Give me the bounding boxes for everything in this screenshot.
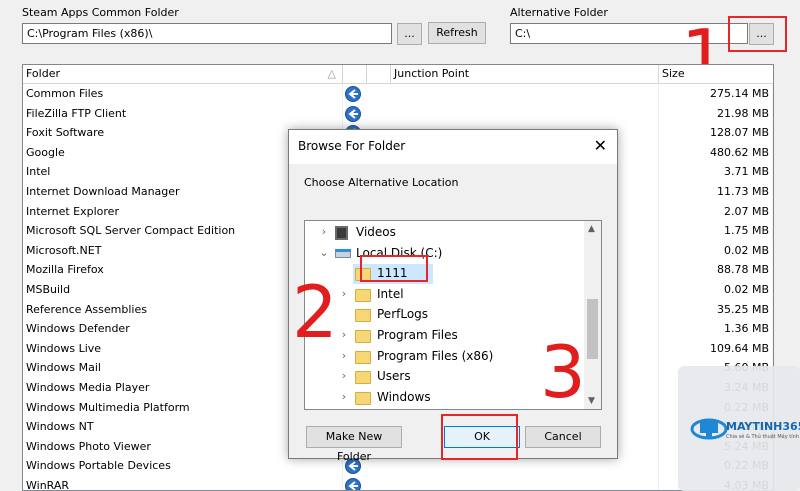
tree-item-label: PerfLogs: [377, 307, 429, 321]
tree-item[interactable]: › Videos: [305, 223, 586, 243]
table-row[interactable]: Common Files 275.14 MB: [23, 85, 773, 105]
size-cell: 3.71 MB: [659, 163, 773, 183]
expand-chevron-icon[interactable]: ›: [339, 349, 349, 362]
column-header-blank[interactable]: [367, 65, 391, 84]
tree-item[interactable]: PerfLogs: [305, 305, 586, 325]
tree-item-label: Program Files (x86): [377, 349, 494, 363]
watermark: MAYTINH365 Chia sẻ & Thủ thuật Máy tính: [678, 366, 800, 491]
folder-name-cell: Common Files: [23, 85, 343, 105]
expand-chevron-icon[interactable]: ⌄: [319, 246, 329, 259]
junction-point-cell: [391, 477, 659, 490]
expand-chevron-icon[interactable]: ›: [339, 287, 349, 300]
annotation-box-2: [360, 255, 428, 282]
scroll-down-icon[interactable]: ▼: [588, 396, 595, 406]
column-header-folder-label: Folder: [26, 67, 60, 80]
column-header-size[interactable]: Size: [659, 65, 773, 84]
sort-icon: △: [327, 67, 336, 80]
move-folder-icon[interactable]: [345, 86, 361, 102]
steam-folder-input[interactable]: C:\Program Files (x86)\: [22, 23, 392, 44]
size-cell: 35.25 MB: [659, 300, 773, 321]
refresh-button[interactable]: Refresh: [428, 22, 486, 44]
table-row[interactable]: Windows Portable Devices0.22 MB: [23, 457, 773, 477]
size-cell: 1.36 MB: [659, 320, 773, 340]
size-cell: 109.64 MB: [659, 339, 773, 360]
annotation-box-3: [441, 414, 518, 460]
expand-chevron-icon[interactable]: ›: [339, 328, 349, 341]
size-cell: 128.07 MB: [659, 124, 773, 144]
video-folder-icon: [335, 226, 348, 240]
size-cell: 0.02 MB: [659, 241, 773, 262]
dialog-prompt: Choose Alternative Location: [304, 176, 459, 189]
dialog-title-bar: Browse For Folder ✕: [289, 130, 617, 164]
folder-name-cell: Windows Portable Devices: [23, 457, 343, 477]
folder-icon: [355, 351, 371, 364]
alt-folder-label: Alternative Folder: [510, 6, 608, 19]
folder-icon: [355, 371, 371, 384]
folder-name-cell: WinRAR: [23, 477, 343, 490]
annotation-number-2: 2: [292, 270, 338, 354]
size-cell: 21.98 MB: [659, 104, 773, 125]
scrollbar-thumb[interactable]: [587, 299, 598, 359]
size-cell: 0.02 MB: [659, 281, 773, 301]
maytinh365-logo-icon: [690, 418, 728, 440]
folder-icon: [355, 309, 371, 322]
expand-chevron-icon[interactable]: ›: [339, 390, 349, 403]
folder-icon: [355, 289, 371, 302]
folder-name-cell: FileZilla FTP Client: [23, 104, 343, 125]
tree-item-label: Program Files: [377, 328, 458, 342]
tree-item-label: Videos: [356, 225, 396, 239]
column-header-junction-label: Junction Point: [394, 67, 470, 80]
steam-folder-label: Steam Apps Common Folder: [22, 6, 179, 19]
watermark-brand: MAYTINH365: [726, 420, 800, 433]
tree-item-label: Users: [377, 369, 411, 383]
size-cell: 2.07 MB: [659, 202, 773, 223]
table-row[interactable]: FileZilla FTP Client 21.98 MB: [23, 104, 773, 125]
steam-browse-button[interactable]: ...: [397, 23, 422, 45]
column-header-folder[interactable]: Folder △: [23, 65, 343, 84]
tree-item-label: Intel: [377, 287, 404, 301]
tree-item-label: Windows: [377, 390, 431, 404]
junction-point-cell: [391, 457, 659, 477]
tree-item[interactable]: › Intel: [305, 285, 586, 305]
annotation-number-3: 3: [540, 330, 586, 414]
expand-chevron-icon[interactable]: ›: [319, 225, 329, 238]
make-new-folder-button[interactable]: Make New Folder: [306, 426, 402, 463]
size-cell: 88.78 MB: [659, 261, 773, 281]
column-header-move[interactable]: [343, 65, 367, 84]
move-folder-icon[interactable]: [345, 105, 361, 122]
size-cell: 275.14 MB: [659, 85, 773, 105]
size-cell: 11.73 MB: [659, 183, 773, 203]
tree-item[interactable]: ⌄ Local Disk (C:): [305, 244, 586, 264]
size-cell: 1.75 MB: [659, 222, 773, 242]
tree-scrollbar[interactable]: ▲ ▼: [584, 221, 601, 409]
move-folder-icon[interactable]: [345, 478, 361, 490]
column-header-junction[interactable]: Junction Point: [391, 65, 659, 84]
junction-point-cell: [391, 85, 659, 105]
watermark-tagline: Chia sẻ & Thủ thuật Máy tính: [726, 434, 799, 440]
size-cell: 480.62 MB: [659, 143, 773, 164]
drive-icon: [335, 249, 351, 258]
junction-point-cell: [391, 104, 659, 125]
close-icon[interactable]: ✕: [594, 138, 607, 154]
cancel-button[interactable]: Cancel: [525, 426, 601, 448]
scroll-up-icon[interactable]: ▲: [588, 224, 595, 234]
folder-icon: [355, 330, 371, 343]
expand-chevron-icon[interactable]: ›: [339, 369, 349, 382]
table-row[interactable]: WinRAR4.03 MB: [23, 477, 773, 490]
annotation-box-1: [728, 16, 787, 52]
column-header-size-label: Size: [662, 67, 685, 80]
folder-icon: [355, 392, 371, 405]
dialog-title: Browse For Folder: [298, 139, 406, 153]
